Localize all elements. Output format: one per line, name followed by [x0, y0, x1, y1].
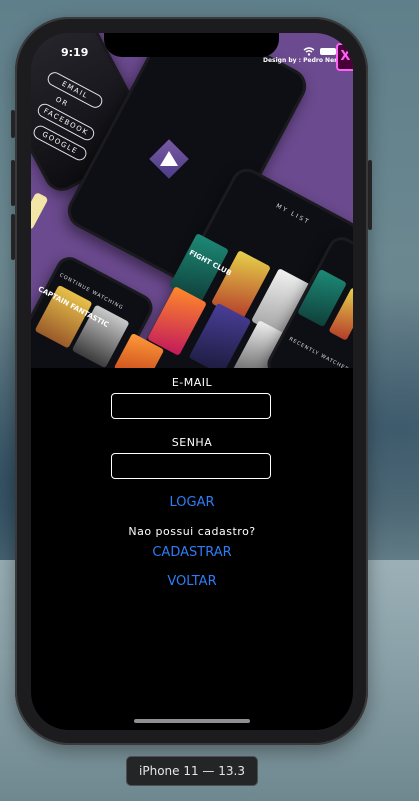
register-button[interactable]: CADASTRAR [31, 545, 353, 560]
email-label: E-MAIL [171, 376, 213, 389]
power-button [368, 160, 372, 230]
app-screen: EMAIL OR FACEBOOK GOOGLE CONTINUE WATCHI… [31, 33, 353, 730]
designer-credit: Design by : Pedro Neres [263, 57, 345, 64]
email-field[interactable] [111, 393, 271, 419]
hero-image: EMAIL OR FACEBOOK GOOGLE CONTINUE WATCHI… [31, 33, 353, 368]
login-button[interactable]: LOGAR [31, 495, 353, 510]
simulator-device-label: iPhone 11 — 13.3 [126, 756, 258, 786]
home-indicator [134, 719, 250, 723]
wifi-icon [303, 47, 315, 56]
no-account-text: Nao possui cadastro? [128, 525, 256, 538]
xd-badge: Xd [336, 43, 353, 71]
password-field[interactable] [111, 453, 271, 479]
notch [104, 33, 279, 57]
logo-triangle-icon [160, 151, 178, 166]
mock-partial-card [31, 191, 49, 231]
back-button[interactable]: VOLTAR [31, 574, 353, 589]
mock-recent-label: RECENTLY WATCHED [287, 336, 351, 368]
password-label: SENHA [171, 436, 213, 449]
status-time: 9:19 [61, 46, 89, 59]
battery-icon [320, 48, 336, 55]
